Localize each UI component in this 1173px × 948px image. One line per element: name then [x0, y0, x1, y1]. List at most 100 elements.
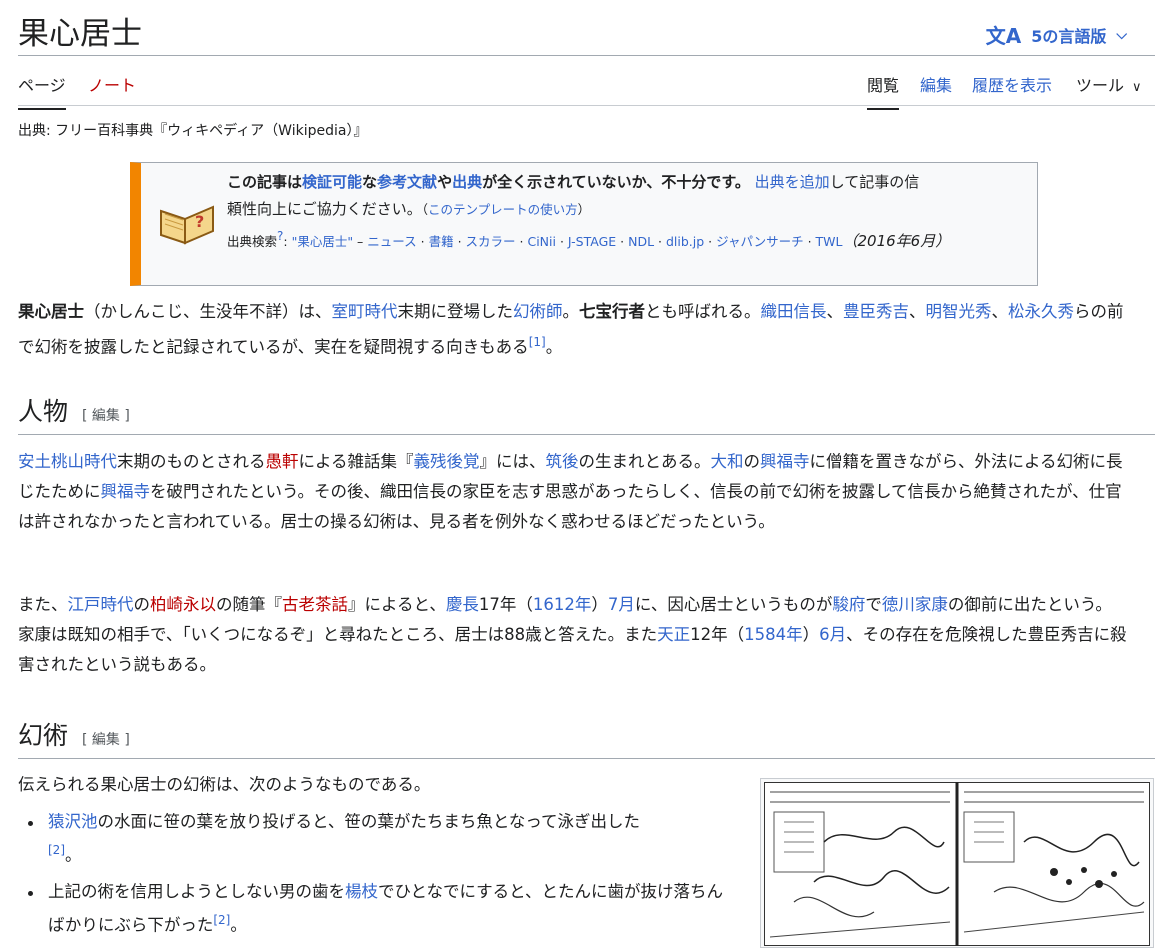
- link-verifiability[interactable]: 検証可能: [302, 173, 362, 191]
- maintenance-notice: ? この記事は検証可能な参考文献や出典が全く示されていないか、不十分です。 出典…: [130, 162, 1038, 286]
- link-matsunaga-hisahide[interactable]: 松永久秀: [1008, 302, 1074, 321]
- tab-tools-label: ツール: [1076, 76, 1125, 95]
- link-azuchi-momoyama[interactable]: 安土桃山時代: [18, 452, 117, 471]
- link-sarusawa-pond[interactable]: 猿沢池: [48, 812, 98, 831]
- link-scholar[interactable]: スカラー: [466, 234, 516, 249]
- svg-text:?: ?: [195, 212, 204, 231]
- link-july[interactable]: 7月: [608, 595, 635, 614]
- link-keicho[interactable]: 慶長: [446, 595, 479, 614]
- notice-text-part: が全く示されていないか、不十分です。: [482, 173, 750, 191]
- text: （かしんこじ、生没年不詳）は、: [84, 302, 332, 321]
- citation-2[interactable]: [2]: [48, 843, 65, 857]
- alt-name: 七宝行者: [579, 302, 645, 321]
- link-kofukuji[interactable]: 興福寺: [101, 482, 151, 501]
- source-search-label: 出典検索: [227, 234, 278, 249]
- title-divider: [18, 55, 1155, 56]
- link-gizan-kokaku[interactable]: 義残後覚: [414, 452, 480, 471]
- link-tokugawa-ieyasu[interactable]: 徳川家康: [882, 595, 948, 614]
- notice-text-part: ）: [577, 202, 591, 217]
- tab-tools[interactable]: ツール ∨: [1076, 72, 1142, 108]
- link-japansearch[interactable]: ジャパンサーチ: [716, 234, 804, 249]
- page-title: 果心居士: [18, 16, 142, 52]
- separator: ·: [416, 234, 429, 249]
- separator: ·: [803, 234, 816, 249]
- text: 。: [562, 302, 580, 321]
- text: ）: [591, 595, 608, 614]
- link-sunpu[interactable]: 駿府: [832, 595, 865, 614]
- tab-read[interactable]: 閲覧: [867, 72, 900, 110]
- link-kashiwazaki-nagatsura[interactable]: 柏崎永以: [150, 595, 216, 614]
- notice-text-part: :: [283, 234, 292, 249]
- link-june[interactable]: 6月: [819, 625, 846, 644]
- chevron-down-icon: ∨: [1132, 80, 1142, 95]
- link-jstage[interactable]: J-STAGE: [568, 234, 616, 249]
- text: 』には、: [479, 452, 546, 471]
- link-template-usage[interactable]: このテンプレートの使い方: [428, 202, 578, 217]
- text: また、: [18, 595, 68, 614]
- text: 、: [909, 302, 926, 321]
- link-oda-nobunaga[interactable]: 織田信長: [761, 302, 827, 321]
- link-yoji[interactable]: 楊枝: [345, 882, 378, 901]
- article-subject: 果心居士: [18, 302, 84, 321]
- text: 。: [65, 845, 82, 865]
- link-add-source[interactable]: 出典を追加: [755, 173, 830, 191]
- genjutsu-list: 猿沢池の水面に笹の葉を放り投げると、笹の葉がたちまち魚となって泳ぎ出した [2]。…: [18, 808, 738, 947]
- link-kofukuji[interactable]: 興福寺: [760, 452, 810, 471]
- text: 末期のものとされる: [117, 452, 266, 471]
- link-edo[interactable]: 江戸時代: [68, 595, 134, 614]
- section-edit-link[interactable]: [ 編集 ]: [82, 732, 130, 748]
- language-button-label: 5の言語版: [1031, 26, 1107, 46]
- tab-page[interactable]: ページ: [18, 72, 66, 110]
- section-edit-link[interactable]: [ 編集 ]: [82, 408, 130, 424]
- text: の: [743, 452, 761, 471]
- tab-edit[interactable]: 編集: [920, 72, 952, 108]
- paragraph-2: また、江戸時代の柏崎永以の随筆『古老茶話』によると、慶長17年（1612年）7月…: [18, 590, 1128, 680]
- tab-talk[interactable]: ノート: [88, 72, 136, 108]
- link-yamato[interactable]: 大和: [711, 452, 744, 471]
- link-tensho[interactable]: 天正: [657, 625, 690, 644]
- text: を破門されたという。その後、織田信長の家臣を志す思惑があったらしく、信長の前で幻…: [18, 482, 1122, 531]
- page-tabs: ページ ノート 閲覧 編集 履歴を表示 ツール ∨: [18, 68, 1155, 110]
- link-akechi-mitsuhide[interactable]: 明智光秀: [926, 302, 992, 321]
- text: ）: [802, 625, 820, 644]
- link-references[interactable]: 参考文献: [377, 173, 437, 191]
- link-guken[interactable]: 愚軒: [266, 452, 299, 471]
- link-1612[interactable]: 1612年: [533, 595, 592, 614]
- text: の随筆『: [216, 595, 282, 614]
- paragraph-1: 安土桃山時代末期のものとされる愚軒による雑話集『義残後覚』には、筑後の生まれとあ…: [18, 447, 1128, 537]
- citation-2[interactable]: [2]: [213, 913, 230, 927]
- tab-history[interactable]: 履歴を表示: [972, 72, 1052, 108]
- separator: ·: [654, 234, 666, 249]
- language-button[interactable]: 文A 5の言語版 ⌵: [986, 20, 1127, 49]
- source-line: 出典: フリー百科事典『ウィキペディア（Wikipedia）』: [18, 123, 368, 139]
- translate-icon: 文A: [985, 24, 1022, 48]
- text: で: [865, 595, 882, 614]
- section-heading-genjutsu: 幻術 [ 編集 ]: [18, 716, 1155, 759]
- link-1584[interactable]: 1584年: [744, 625, 803, 644]
- link-dlib[interactable]: dlib.jp: [666, 234, 704, 249]
- notice-text: この記事は検証可能な参考文献や出典が全く示されていないか、不十分です。 出典を追…: [227, 169, 1027, 255]
- link-genjutsushi[interactable]: 幻術師: [513, 302, 563, 321]
- list-item: 上記の術を信用しようとしない男の歯を楊枝でひとなでにすると、とたんに歯が抜け落ち…: [18, 878, 738, 940]
- citation-1[interactable]: [1]: [529, 335, 546, 349]
- article-image[interactable]: [760, 778, 1154, 948]
- text: による雑話集『: [298, 452, 414, 471]
- notice-date: （2016年6月）: [842, 232, 951, 250]
- separator: ·: [616, 234, 629, 249]
- link-chikugo[interactable]: 筑後: [546, 452, 579, 471]
- separator: ·: [515, 234, 528, 249]
- link-twl[interactable]: TWL: [816, 234, 843, 249]
- link-muromachi[interactable]: 室町時代: [332, 302, 398, 321]
- link-search-query[interactable]: "果心居士": [292, 234, 354, 249]
- separator: ·: [555, 234, 568, 249]
- link-ndl[interactable]: NDL: [628, 234, 654, 249]
- link-cinii[interactable]: CiNii: [527, 234, 556, 249]
- link-toyotomi-hideyoshi[interactable]: 豊臣秀吉: [843, 302, 909, 321]
- link-news[interactable]: ニュース: [367, 234, 416, 249]
- text: とも呼ばれる。: [645, 302, 761, 321]
- link-books[interactable]: 書籍: [429, 234, 454, 249]
- text: 末期に登場した: [397, 302, 514, 321]
- link-sources[interactable]: 出典: [452, 173, 482, 191]
- link-korou-chawa[interactable]: 古老茶話: [282, 595, 348, 614]
- text: 、: [991, 302, 1009, 321]
